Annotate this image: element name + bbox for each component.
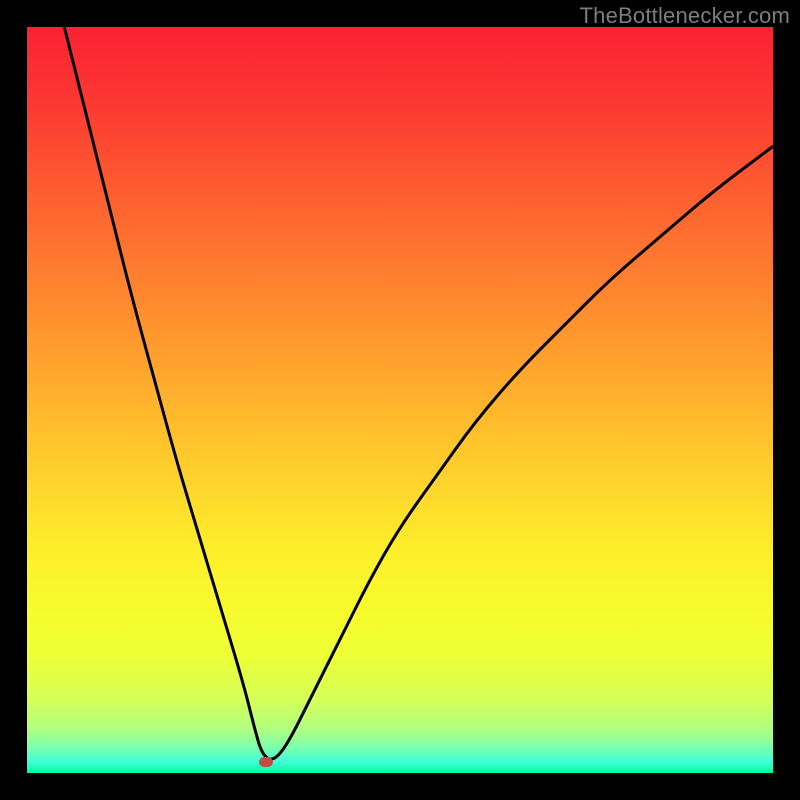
watermark-text: TheBottlenecker.com — [580, 3, 790, 29]
bottleneck-curve — [27, 27, 773, 773]
optimal-point-marker — [259, 757, 273, 767]
plot-area — [27, 27, 773, 773]
chart-frame: TheBottlenecker.com — [0, 0, 800, 800]
